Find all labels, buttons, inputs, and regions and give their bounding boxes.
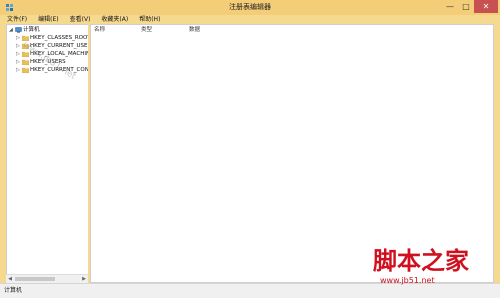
tree-node-hkey-classes-root[interactable]: ▷ HKEY_CLASSES_ROOT	[7, 34, 91, 42]
tree-node-computer[interactable]: ◢ 计算机	[7, 26, 89, 34]
maximize-button[interactable]: □	[458, 0, 474, 13]
tree-horizontal-scrollbar[interactable]: ◀ ▶	[6, 274, 88, 283]
tree-node-label: HKEY_CLASSES_ROOT	[30, 35, 91, 41]
site-url-watermark: www.jb51.net	[380, 276, 435, 285]
registry-editor-window: 注册表编辑器 — □ ✕ 文件(F) 编辑(E) 查看(V) 收藏夹(A) 帮助…	[0, 0, 500, 298]
folder-icon	[22, 59, 29, 65]
expand-arrow-icon[interactable]: ▷	[16, 34, 21, 42]
scroll-left-icon[interactable]: ◀	[6, 275, 14, 283]
expand-arrow-icon[interactable]: ▷	[16, 50, 21, 58]
folder-icon	[22, 67, 29, 73]
computer-icon	[15, 27, 22, 33]
expand-arrow-icon[interactable]: ▷	[16, 66, 21, 74]
column-header-type[interactable]: 类型	[141, 26, 152, 34]
expand-arrow-icon[interactable]: ▷	[16, 58, 21, 66]
menu-file[interactable]: 文件(F)	[0, 15, 32, 24]
title-bar[interactable]: 注册表编辑器 — □ ✕	[0, 0, 500, 15]
menu-help[interactable]: 帮助(H)	[133, 15, 165, 24]
maximize-icon: □	[462, 2, 470, 11]
status-path: 计算机	[4, 287, 23, 294]
minimize-icon: —	[446, 2, 454, 11]
menu-bar: 文件(F) 编辑(E) 查看(V) 收藏夹(A) 帮助(H)	[0, 15, 500, 24]
close-icon: ✕	[482, 2, 490, 11]
site-logo-watermark: 脚本之家	[373, 246, 469, 275]
tree-node-label: 计算机	[23, 27, 40, 33]
scroll-right-icon[interactable]: ▶	[80, 275, 88, 283]
values-list-pane[interactable]: 名称 类型 数据	[90, 24, 494, 283]
close-button[interactable]: ✕	[474, 0, 498, 13]
column-header-name[interactable]: 名称	[94, 26, 105, 34]
menu-view[interactable]: 查看(V)	[64, 15, 96, 24]
status-bar: 计算机	[0, 283, 500, 298]
window-title: 注册表编辑器	[229, 3, 271, 11]
minimize-button[interactable]: —	[442, 0, 458, 13]
scrollbar-thumb[interactable]	[15, 277, 55, 281]
tree-node-hkey-current-user[interactable]: ▷ HKEY_CURRENT_USER	[7, 42, 91, 50]
menu-favorites[interactable]: 收藏夹(A)	[95, 15, 133, 24]
menu-edit[interactable]: 编辑(E)	[32, 15, 63, 24]
column-header-data[interactable]: 数据	[189, 26, 200, 34]
collapse-triangle-icon[interactable]: ◢	[9, 26, 14, 34]
